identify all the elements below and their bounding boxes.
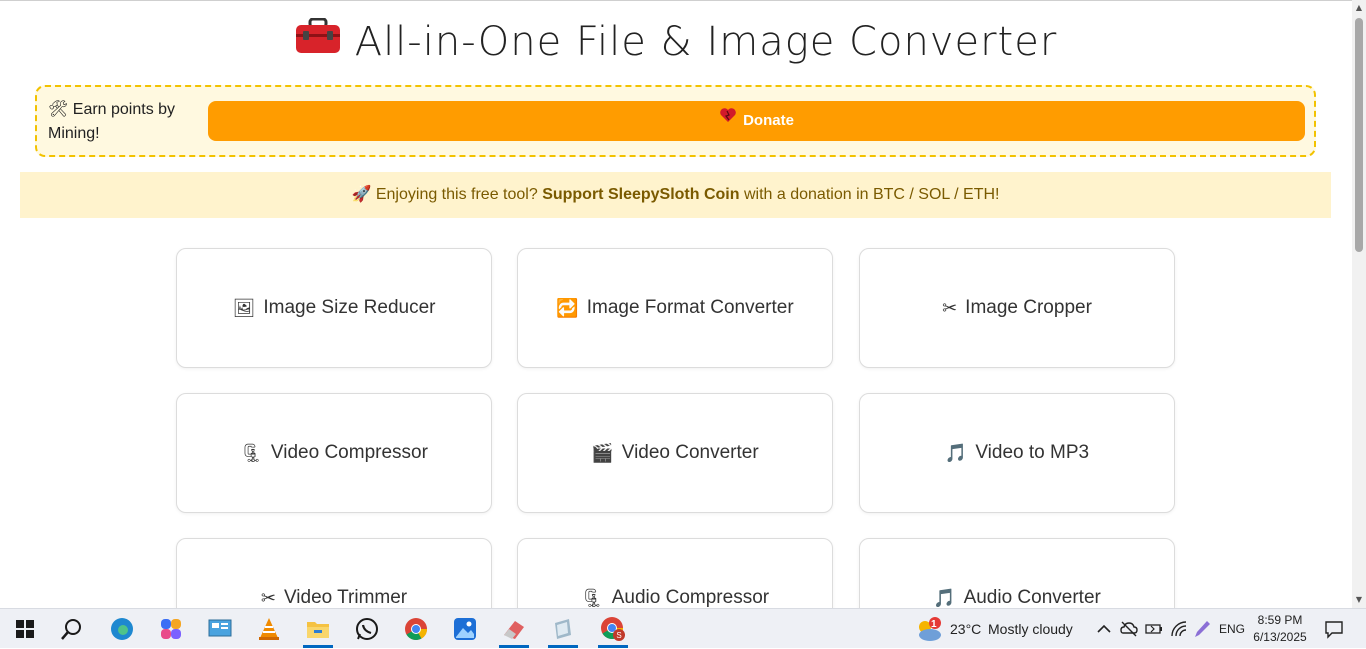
windows-logo-icon <box>16 620 34 638</box>
tool-card-video-trimmer[interactable]: ✂ Video Trimmer <box>176 538 492 608</box>
page-title: All-in-One File & Image Converter <box>0 17 1352 67</box>
heart-icon <box>719 99 737 139</box>
tool-label: Image Size Reducer <box>263 297 436 318</box>
rocket-icon: 🚀 <box>351 186 372 203</box>
tool-card-image-format-converter[interactable]: 🔁 Image Format Converter <box>517 248 833 368</box>
tool-label: Video Converter <box>621 442 759 463</box>
browser-page: All-in-One File & Image Converter 🛠 Earn… <box>0 0 1352 608</box>
music-notes-icon: 🎵 <box>933 588 956 608</box>
tool-card-video-compressor[interactable]: 🗜 Video Compressor <box>176 393 492 513</box>
app-taskbar-button-2[interactable] <box>544 613 582 648</box>
app-taskbar-button-1[interactable] <box>495 613 533 648</box>
donate-label: Donate <box>743 112 794 129</box>
toolbox-icon <box>295 17 341 64</box>
eraser-app-icon <box>504 621 524 639</box>
battery-icon[interactable] <box>1145 620 1163 638</box>
repeat-icon: 🔁 <box>556 298 579 318</box>
chrome-profile-taskbar-button[interactable]: S <box>594 613 632 648</box>
framed-picture-icon: 🖼 <box>232 298 256 318</box>
tool-label: Audio Compressor <box>611 587 770 608</box>
onedrive-offline-icon[interactable] <box>1120 620 1138 638</box>
photos-icon <box>454 618 476 640</box>
photos-taskbar-button[interactable] <box>446 613 484 645</box>
tool-card-audio-compressor[interactable]: 🗜 Audio Compressor <box>517 538 833 608</box>
copilot-icon <box>161 619 181 639</box>
notepad-app-icon <box>555 619 571 639</box>
weather-temp[interactable]: 23°C <box>950 609 981 649</box>
scroll-thumb[interactable] <box>1355 18 1363 252</box>
mining-panel: 🛠 Earn points by Mining! Donate <box>35 85 1316 157</box>
edge-icon <box>111 618 133 640</box>
copilot-taskbar-button[interactable] <box>152 613 190 645</box>
vlc-icon <box>259 618 279 640</box>
scroll-up-arrow-icon[interactable]: ▲ <box>1352 2 1366 14</box>
page-title-text: All-in-One File & Image Converter <box>354 19 1058 65</box>
music-notes-icon: 🎵 <box>944 443 968 463</box>
notifications-icon[interactable] <box>1324 619 1344 639</box>
vlc-taskbar-button[interactable] <box>250 613 288 645</box>
edge-taskbar-button[interactable] <box>103 613 141 645</box>
hammer-pick-icon: 🛠 <box>48 101 69 118</box>
file-explorer-taskbar-button[interactable] <box>299 613 337 648</box>
chrome-icon <box>405 618 427 640</box>
weather-widget-icon[interactable] <box>914 615 944 643</box>
taskbar: S 1 23°C Mostly cloudy ENG 8:59 PM 6/13/… <box>0 608 1366 648</box>
search-icon <box>61 619 81 640</box>
language-indicator[interactable]: ENG <box>1219 609 1245 649</box>
donate-button[interactable]: Donate <box>208 101 1305 141</box>
wifi-icon[interactable] <box>1170 620 1188 638</box>
chrome-taskbar-button[interactable] <box>397 613 435 645</box>
pen-icon[interactable] <box>1193 619 1211 639</box>
clock-time: 8:59 PM <box>1257 613 1303 627</box>
support-banner: 🚀 Enjoying this free tool? Support Sleep… <box>20 172 1331 218</box>
scissors-icon: ✂ <box>942 298 958 318</box>
whatsapp-icon <box>356 618 378 640</box>
folder-icon <box>307 622 329 638</box>
tool-card-audio-converter[interactable]: 🎵 Audio Converter <box>859 538 1175 608</box>
vertical-scrollbar[interactable]: ▲ ▼ <box>1352 0 1366 608</box>
clock-date: 6/13/2025 <box>1253 630 1307 644</box>
tool-label: Audio Converter <box>963 587 1101 608</box>
search-button[interactable] <box>53 613 91 645</box>
whatsapp-taskbar-button[interactable] <box>348 613 386 645</box>
tool-label: Video to MP3 <box>975 442 1090 463</box>
tool-card-video-to-mp3[interactable]: 🎵 Video to MP3 <box>859 393 1175 513</box>
control-panel-taskbar-button[interactable] <box>201 613 239 645</box>
clapperboard-icon: 🎬 <box>591 443 614 463</box>
tool-label: Video Trimmer <box>283 587 408 608</box>
clamp-icon: 🗜 <box>240 443 263 463</box>
tool-label: Video Compressor <box>270 442 428 463</box>
start-button[interactable] <box>6 613 44 645</box>
mining-link[interactable]: 🛠 Earn points by Mining! <box>48 98 198 146</box>
tool-card-image-size-reducer[interactable]: 🖼 Image Size Reducer <box>176 248 492 368</box>
chevron-up-icon[interactable] <box>1097 621 1111 635</box>
scroll-down-arrow-icon[interactable]: ▼ <box>1352 594 1366 606</box>
svg-text:S: S <box>616 631 621 640</box>
tool-card-video-converter[interactable]: 🎬 Video Converter <box>517 393 833 513</box>
support-prefix: Enjoying this free tool? <box>375 186 538 203</box>
system-clock[interactable]: 8:59 PM 6/13/2025 <box>1250 612 1310 646</box>
weather-condition[interactable]: Mostly cloudy <box>988 609 1073 649</box>
support-suffix: with a donation in BTC / SOL / ETH! <box>743 186 1000 203</box>
tool-card-image-cropper[interactable]: ✂ Image Cropper <box>859 248 1175 368</box>
mining-label: Earn points by Mining! <box>48 101 176 142</box>
weather-badge: 1 <box>931 619 937 630</box>
chrome-profile-icon: S <box>601 617 625 641</box>
clamp-icon: 🗜 <box>580 588 604 608</box>
control-panel-icon <box>208 619 232 637</box>
scissors-icon: ✂ <box>260 588 276 608</box>
support-bold: Support SleepySloth Coin <box>542 186 740 203</box>
tool-label: Image Cropper <box>965 297 1092 318</box>
tool-label: Image Format Converter <box>586 297 794 318</box>
